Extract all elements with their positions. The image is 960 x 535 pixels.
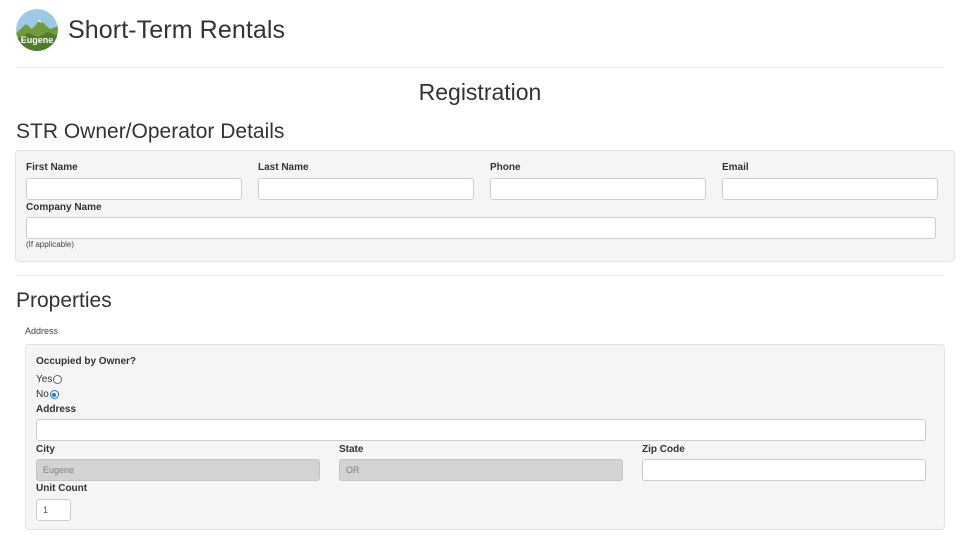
- last-name-label: Last Name: [258, 162, 309, 173]
- phone-label: Phone: [490, 162, 521, 173]
- state-label: State: [339, 444, 364, 455]
- first-name-label: First Name: [26, 162, 78, 173]
- logo-text: Eugene: [21, 35, 54, 45]
- email-label: Email: [722, 162, 749, 173]
- address-input[interactable]: [36, 419, 926, 441]
- address-heading: Address: [25, 326, 59, 336]
- unit-count-input[interactable]: [36, 499, 71, 521]
- section-divider: [16, 275, 944, 276]
- eugene-logo: Eugene: [16, 9, 58, 51]
- app-header: Eugene Short-Term Rentals: [16, 8, 285, 52]
- header-divider: [16, 67, 944, 68]
- property-panel: Occupied by Owner? Yes No Address City S…: [25, 344, 945, 530]
- last-name-input[interactable]: [258, 178, 474, 200]
- phone-input[interactable]: [490, 178, 706, 200]
- company-name-label: Company Name: [26, 202, 102, 213]
- radio-no[interactable]: [49, 390, 59, 399]
- radio-yes-option[interactable]: Yes: [36, 374, 63, 385]
- app-title: Short-Term Rentals: [68, 15, 286, 44]
- owner-section-title: STR Owner/Operator Details: [16, 120, 285, 143]
- first-name-input[interactable]: [26, 178, 242, 200]
- radio-yes[interactable]: [53, 375, 63, 384]
- page-title: Registration: [418, 79, 542, 105]
- city-input: [36, 459, 320, 481]
- city-label: City: [36, 444, 55, 455]
- company-name-input[interactable]: [26, 217, 936, 239]
- state-input: [339, 459, 623, 481]
- company-hint: (If applicable): [26, 240, 75, 249]
- radio-no-label: No: [36, 389, 49, 400]
- properties-section-title: Properties: [16, 289, 112, 312]
- unit-count-label: Unit Count: [36, 483, 88, 494]
- radio-yes-label: Yes: [36, 374, 53, 385]
- owner-details-panel: First Name Last Name Phone Email Company…: [15, 150, 955, 262]
- zip-code-label: Zip Code: [642, 444, 685, 455]
- occupied-by-owner-label: Occupied by Owner?: [36, 356, 137, 367]
- address-label: Address: [36, 404, 77, 415]
- email-input[interactable]: [722, 178, 938, 200]
- radio-no-option[interactable]: No: [36, 389, 59, 400]
- zip-code-input[interactable]: [642, 459, 926, 481]
